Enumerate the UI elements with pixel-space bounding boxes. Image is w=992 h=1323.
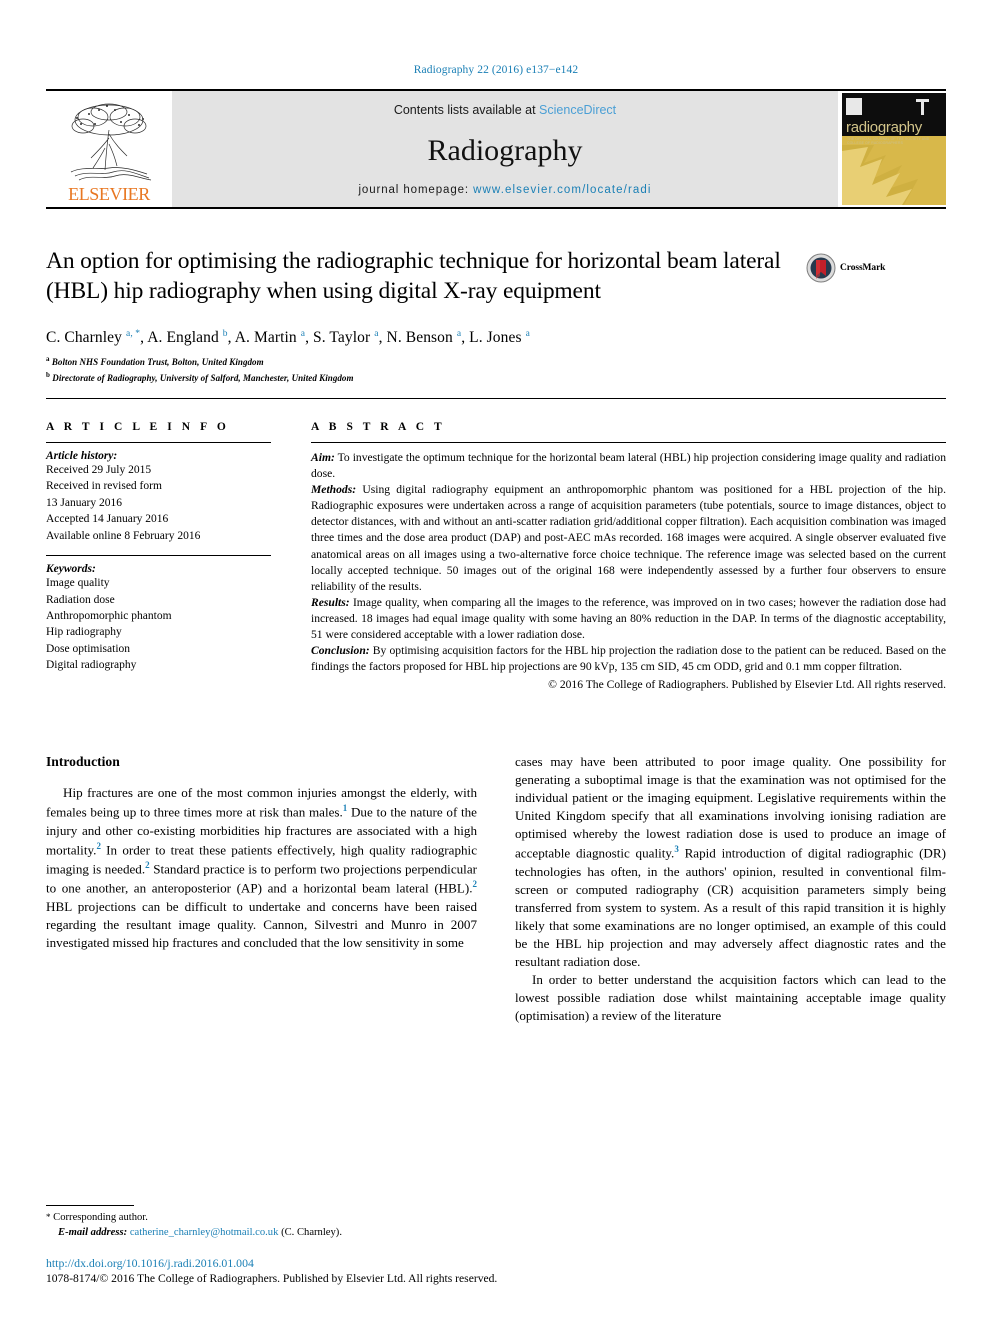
page-title: An option for optimising the radiographi… [46,248,781,304]
doi-link[interactable]: http://dx.doi.org/10.1016/j.radi.2016.01… [46,1256,946,1271]
contents-lists-line: Contents lists available at ScienceDirec… [394,103,616,117]
running-head: Radiography 22 (2016) e137−e142 [413,64,579,76]
article-info-rule [46,441,271,443]
intro-paragraph-left-1: Hip fractures are one of the most common… [46,785,477,950]
elsevier-tree-icon [63,100,155,184]
affiliation-marker-a: a [46,354,50,363]
body-columns: Introduction Hip fractures are one of th… [46,753,946,1024]
email-suffix: (C. Charnley). [281,1227,342,1239]
keyword-item: Hip radiography [46,626,122,639]
article-history-label: Article history: [46,449,118,462]
masthead-center: Contents lists available at ScienceDirec… [172,91,838,207]
abstract-text-methods: Using digital radiography equipment an a… [311,483,946,593]
affiliation-list: a Bolton NHS Foundation Trust, Bolton, U… [46,354,946,385]
journal-title: Radiography [427,133,583,167]
keyword-item: Radiation dose [46,593,115,606]
affiliation-b: b Directorate of Radiography, University… [46,370,946,385]
abstract-label-results: Results: [311,595,350,609]
journal-masthead: ELSEVIER Contents lists available at Sci… [46,89,946,209]
paper-page: Radiography 22 (2016) e137−e142 ELSEVIER… [0,0,992,1323]
history-item: Accepted 14 January 2016 [46,513,169,526]
email-link[interactable]: catherine_charnley@hotmail.co.uk [130,1227,279,1238]
homepage-prefix: journal homepage: [358,184,469,196]
abstract-text-results: Image quality, when comparing all the im… [311,595,946,642]
keyword-item: Image quality [46,577,110,590]
abstract-body: Aim: To investigate the optimum techniqu… [311,450,946,676]
abstract-copyright: © 2016 The College of Radiographers. Pub… [548,678,946,692]
abstract-label-conclusion: Conclusion: [311,644,370,658]
keywords-label: Keywords: [46,563,96,576]
article-info-column: A R T I C L E I N F O Article history: R… [46,421,301,692]
elsevier-logo: ELSEVIER [46,91,172,207]
cover-journal-title: radiography [846,119,922,136]
cover-journal-subtitle: THE OFFICIAL JOURNAL OF THE SOCIETY AND … [847,137,930,145]
info-abstract-region: A R T I C L E I N F O Article history: R… [46,420,946,692]
article-info-heading: A R T I C L E I N F O [46,420,230,433]
history-item: Received 29 July 2015 [46,463,152,476]
history-item: Available online 8 February 2016 [46,529,201,542]
abstract-label-aim: Aim: [311,450,335,464]
crossmark-icon [806,253,836,283]
affiliation-text-b: Directorate of Radiography, University o… [52,372,354,383]
issn-copyright-line: 1078-8174/© 2016 The College of Radiogra… [46,1272,498,1285]
corresponding-author-marker: * [46,1212,51,1223]
journal-cover-image: radiography THE OFFICIAL JOURNAL OF THE … [842,93,946,205]
abstract-label-methods: Methods: [311,483,357,497]
abstract-paragraph-aim: Aim: To investigate the optimum techniqu… [311,450,946,482]
elsevier-wordmark: ELSEVIER [68,184,150,204]
abstract-column: A B S T R A C T Aim: To investigate the … [301,420,946,692]
abstract-text-conclusion: By optimising acquisition factors for th… [311,644,946,674]
affiliation-a: a Bolton NHS Foundation Trust, Bolton, U… [46,354,946,369]
history-item: 13 January 2016 [46,496,123,509]
journal-homepage-line: journal homepage: www.elsevier.com/locat… [358,184,651,196]
body-column-right: cases may have been attributed to poor i… [515,753,946,1024]
footnote-divider [46,1205,134,1207]
keyword-item: Anthropomorphic phantom [46,610,172,622]
history-item: Received in revised form [46,480,162,493]
intro-paragraph-right-1: cases may have been attributed to poor i… [515,754,946,969]
crossmark-label: CrossMark [840,263,886,273]
title-column: An option for optimising the radiographi… [46,247,806,307]
title-area: An option for optimising the radiographi… [46,247,946,307]
abstract-rule [311,441,946,443]
corresponding-author-label: Corresponding author. [53,1212,148,1224]
page-footer: http://dx.doi.org/10.1016/j.radi.2016.01… [46,1256,946,1285]
keywords-rule [46,555,271,557]
corresponding-author-note: * Corresponding author. [46,1211,476,1226]
crossmark-badge-group[interactable]: CrossMark [806,247,902,283]
affiliation-marker-b: b [46,370,50,379]
abstract-paragraph-conclusion: Conclusion: By optimising acquisition fa… [311,643,946,675]
abstract-text-aim: To investigate the optimum technique for… [311,450,946,481]
keyword-item: Digital radiography [46,659,137,672]
affiliation-text-a: Bolton NHS Foundation Trust, Bolton, Uni… [51,356,264,367]
header-divider [46,397,946,399]
author-list: C. Charnley a, *, A. England b, A. Marti… [46,328,530,346]
abstract-paragraph-results: Results: Image quality, when comparing a… [311,595,946,643]
sciencedirect-link[interactable]: ScienceDirect [539,103,616,117]
journal-cover-wrap: radiography THE OFFICIAL JOURNAL OF THE … [838,91,946,207]
homepage-url-link[interactable]: www.elsevier.com/locate/radi [473,184,651,196]
email-note: E-mail address: catherine_charnley@hotma… [46,1226,476,1241]
abstract-heading: A B S T R A C T [311,420,446,433]
abstract-paragraph-methods: Methods: Using digital radiography equip… [311,482,946,595]
section-heading-introduction: Introduction [46,754,120,770]
body-column-left: Introduction Hip fractures are one of th… [46,753,477,1024]
footnote-block: * Corresponding author. E-mail address: … [46,1205,476,1241]
intro-paragraph-right-2: In order to better understand the acquis… [515,971,946,1023]
keyword-item: Dose optimisation [46,642,131,655]
email-label: E-mail address: [58,1227,128,1239]
contents-prefix: Contents lists available at [393,103,536,117]
